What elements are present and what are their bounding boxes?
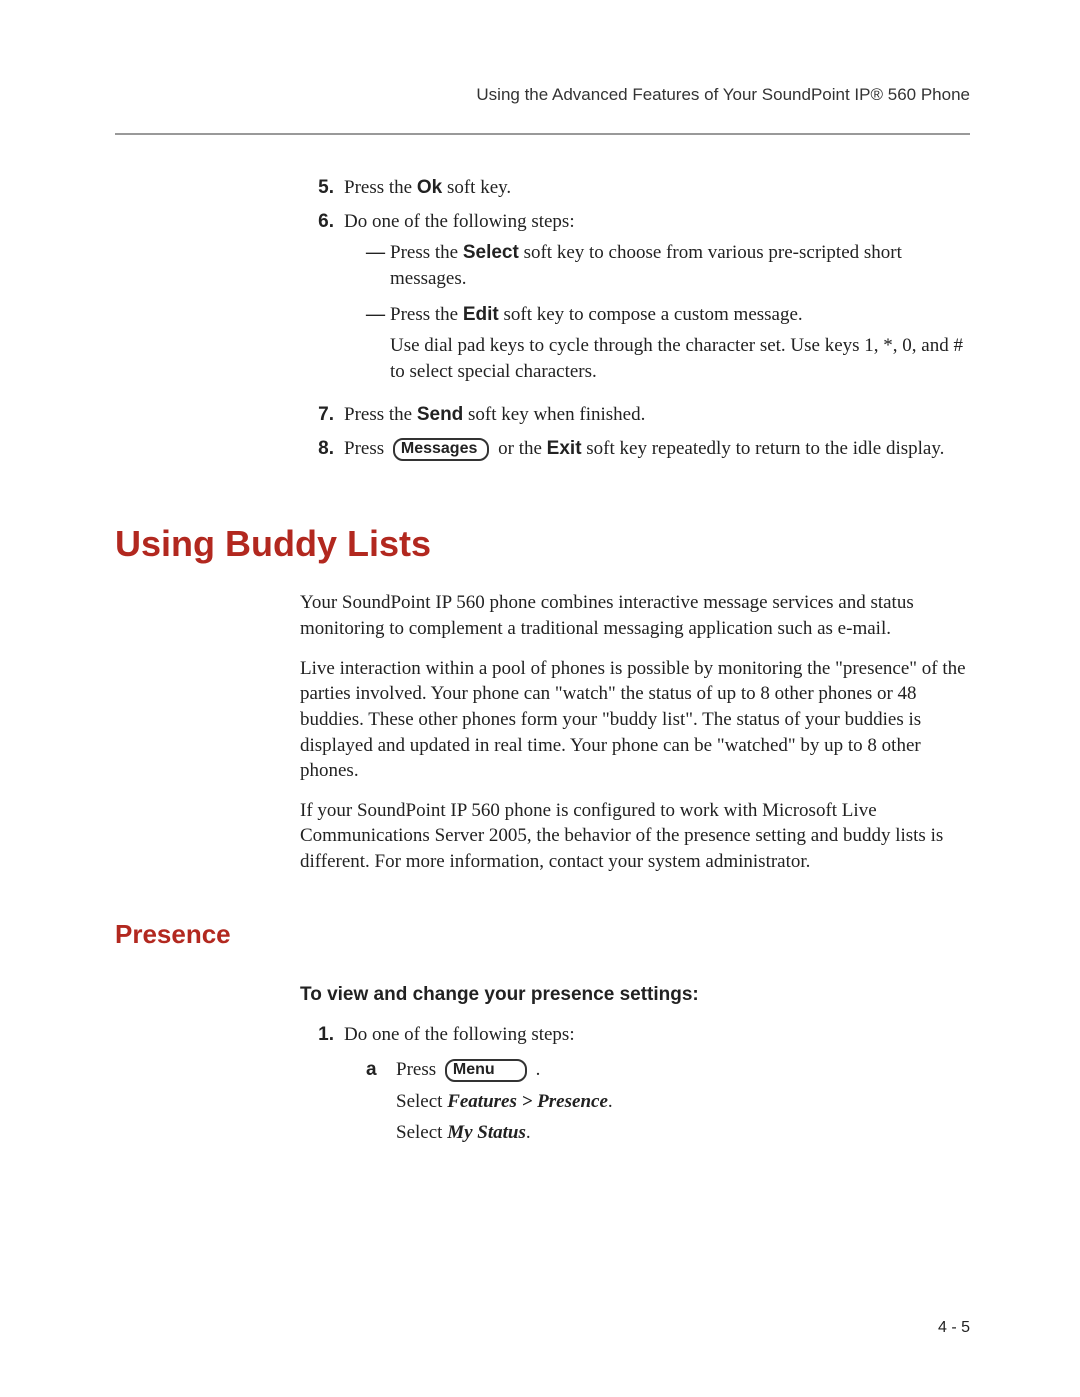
option-select: — Press the Select soft key to choose fr… bbox=[366, 240, 970, 291]
text: Press bbox=[396, 1059, 441, 1080]
softkey-name: Edit bbox=[463, 304, 499, 325]
step-body: Do one of the following steps: — Press t… bbox=[344, 209, 970, 395]
page: Using the Advanced Features of Your Soun… bbox=[0, 0, 1080, 1397]
section-heading-buddy-lists: Using Buddy Lists bbox=[115, 520, 970, 569]
numbered-steps-continued: 5. Press the Ok soft key. 6. Do one of t… bbox=[300, 175, 970, 462]
text: Select bbox=[396, 1091, 447, 1112]
text: Press bbox=[344, 438, 389, 459]
paragraph: If your SoundPoint IP 560 phone is confi… bbox=[300, 798, 970, 875]
menu-path: Features > Presence bbox=[447, 1091, 608, 1112]
text: Press the bbox=[344, 404, 417, 425]
step-marker: 1. bbox=[300, 1022, 344, 1161]
option-body: Press the Select soft key to choose from… bbox=[390, 240, 970, 291]
text: Press the bbox=[344, 177, 417, 198]
text: Do one of the following steps: bbox=[344, 1024, 575, 1045]
text: or the bbox=[493, 438, 546, 459]
text: Press the bbox=[390, 242, 463, 263]
line: Select My Status. bbox=[396, 1120, 970, 1146]
step-body: Do one of the following steps: a Press M… bbox=[344, 1022, 970, 1161]
step-6: 6. Do one of the following steps: — Pres… bbox=[300, 209, 970, 395]
extra-note: Use dial pad keys to cycle through the c… bbox=[390, 333, 970, 384]
text: . bbox=[608, 1091, 613, 1112]
step-5: 5. Press the Ok soft key. bbox=[300, 175, 970, 201]
page-number: 4 - 5 bbox=[938, 1319, 970, 1337]
step-body: Press Messages or the Exit soft key repe… bbox=[344, 436, 970, 462]
step-7: 7. Press the Send soft key when finished… bbox=[300, 402, 970, 428]
softkey-name: Send bbox=[417, 404, 463, 425]
presence-task: To view and change your presence setting… bbox=[300, 982, 970, 1160]
subsection-heading-presence: Presence bbox=[115, 917, 970, 952]
alpha-marker: a bbox=[366, 1057, 396, 1152]
dash-marker: — bbox=[366, 240, 390, 291]
step-body: Press the Send soft key when finished. bbox=[344, 402, 970, 428]
step-body: Press the Ok soft key. bbox=[344, 175, 970, 201]
text: Select bbox=[396, 1122, 447, 1143]
line: Press Menu . bbox=[396, 1057, 970, 1083]
menu-path: My Status bbox=[447, 1122, 526, 1143]
buddy-intro: Your SoundPoint IP 560 phone combines in… bbox=[300, 590, 970, 874]
substep-a: a Press Menu . Select Features > Presenc… bbox=[366, 1057, 970, 1152]
text: soft key when finished. bbox=[463, 404, 645, 425]
text: Press the bbox=[390, 304, 463, 325]
text: soft key repeatedly to return to the idl… bbox=[582, 438, 945, 459]
softkey-name: Select bbox=[463, 242, 519, 263]
content-area: 5. Press the Ok soft key. 6. Do one of t… bbox=[115, 175, 970, 1160]
task-step-1: 1. Do one of the following steps: a Pres… bbox=[300, 1022, 970, 1161]
step-marker: 8. bbox=[300, 436, 344, 462]
task-heading: To view and change your presence setting… bbox=[300, 982, 970, 1008]
step-marker: 6. bbox=[300, 209, 344, 395]
text: soft key. bbox=[442, 177, 511, 198]
running-head: Using the Advanced Features of Your Soun… bbox=[115, 85, 970, 105]
line: Select Features > Presence. bbox=[396, 1089, 970, 1115]
step-8: 8. Press Messages or the Exit soft key r… bbox=[300, 436, 970, 462]
substep-body: Press Menu . Select Features > Presence.… bbox=[396, 1057, 970, 1152]
softkey-name: Ok bbox=[417, 177, 442, 198]
text: Do one of the following steps: bbox=[344, 211, 575, 232]
step-marker: 5. bbox=[300, 175, 344, 201]
paragraph: Live interaction within a pool of phones… bbox=[300, 656, 970, 784]
softkey-name: Exit bbox=[547, 438, 582, 459]
sub-options: — Press the Select soft key to choose fr… bbox=[344, 240, 970, 384]
option-edit: — Press the Edit soft key to compose a c… bbox=[366, 302, 970, 385]
step-marker: 7. bbox=[300, 402, 344, 428]
text: . bbox=[531, 1059, 541, 1080]
paragraph: Your SoundPoint IP 560 phone combines in… bbox=[300, 590, 970, 641]
messages-button-icon: Messages bbox=[393, 438, 490, 461]
option-body: Press the Edit soft key to compose a cus… bbox=[390, 302, 970, 385]
text: . bbox=[526, 1122, 531, 1143]
text: soft key to compose a custom message. bbox=[499, 304, 803, 325]
dash-marker: — bbox=[366, 302, 390, 385]
header-rule bbox=[115, 133, 970, 135]
menu-button-icon: Menu bbox=[445, 1059, 527, 1082]
